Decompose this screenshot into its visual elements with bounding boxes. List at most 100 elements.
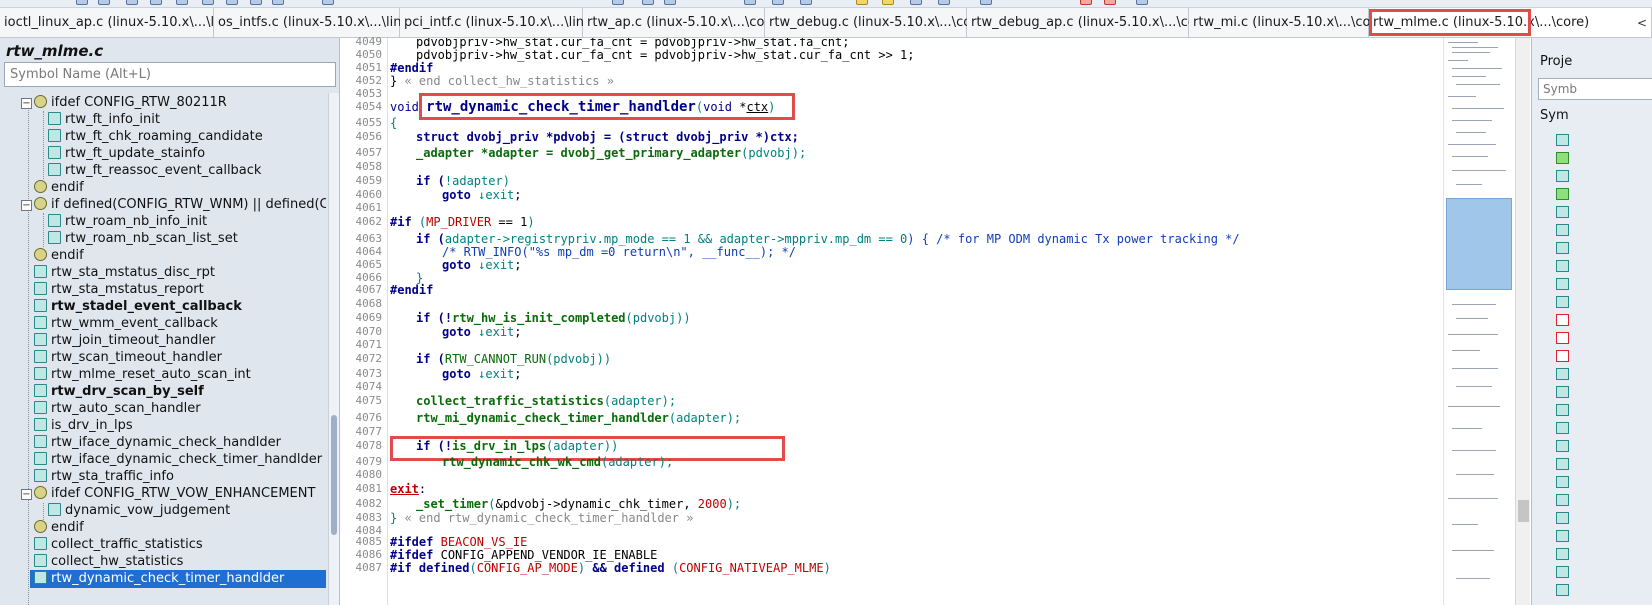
macro-icon[interactable] — [1556, 188, 1569, 200]
function-icon[interactable] — [1556, 206, 1569, 218]
function-icon[interactable] — [1556, 530, 1569, 542]
function-icon[interactable] — [1556, 386, 1569, 398]
folder-icon[interactable] — [856, 0, 868, 5]
tree-item[interactable]: rtw_iface_dynamic_check_timer_handlder — [34, 451, 322, 469]
collapse-icon[interactable]: − — [21, 489, 32, 500]
browse-icon[interactable] — [938, 0, 950, 5]
function-icon[interactable] — [1556, 134, 1569, 146]
function-call[interactable]: rtw_mi_dynamic_check_timer_handlder — [416, 411, 669, 425]
function-call[interactable]: collect_traffic_statistics — [416, 394, 604, 408]
function-call[interactable]: _set_timer — [416, 497, 488, 511]
tree-item[interactable]: ifdef CONFIG_RTW_80211R — [34, 94, 227, 112]
tree-item[interactable]: rtw_sta_traffic_info — [34, 468, 174, 486]
function-icon[interactable] — [1556, 476, 1569, 488]
print-icon[interactable] — [202, 0, 214, 5]
jump-icon[interactable] — [980, 0, 992, 5]
macro-call[interactable]: RTW_CANNOT_RUN — [445, 352, 546, 366]
bookmark-next-icon[interactable] — [642, 0, 654, 5]
function-icon[interactable] — [1556, 584, 1569, 596]
function-icon[interactable] — [1556, 404, 1569, 416]
tree-item[interactable]: rtw_drv_scan_by_self — [34, 383, 204, 401]
tab-pci-intf[interactable]: pci_intf.c (linux-5.10.x\...\linux) — [400, 8, 605, 37]
go-icon[interactable] — [1136, 0, 1148, 5]
cascade-icon[interactable] — [800, 0, 812, 5]
project-symbol-search[interactable]: Symb — [1538, 78, 1652, 100]
tree-item[interactable]: endif — [34, 179, 84, 197]
forward-arrow-icon[interactable] — [1104, 0, 1116, 5]
tree-item[interactable]: rtw_ft_update_stainfo — [48, 145, 205, 163]
tab-rtw-mi[interactable]: rtw_mi.c (linux-5.10.x\...\core) — [1189, 8, 1389, 37]
open-icon[interactable] — [126, 0, 138, 5]
function-icon[interactable] — [1556, 260, 1569, 272]
tile-icon[interactable] — [772, 0, 784, 5]
project-header[interactable]: Proje — [1540, 54, 1572, 69]
tree-item[interactable]: collect_hw_statistics — [34, 553, 183, 571]
function-call[interactable]: is_drv_in_lps — [452, 439, 546, 453]
function-call[interactable]: rtw_dynamic_chk_wk_cmd — [442, 455, 601, 469]
struct-icon[interactable] — [1556, 332, 1569, 344]
function-icon[interactable] — [1556, 548, 1569, 560]
function-call[interactable]: dvobj_get_primary_adapter — [561, 146, 742, 160]
bookmark-icon[interactable] — [612, 0, 624, 5]
tree-item[interactable]: rtw_ft_info_init — [48, 111, 160, 129]
tree-item[interactable]: rtw_ft_chk_roaming_candidate — [48, 128, 263, 146]
tree-item[interactable]: collect_traffic_statistics — [34, 536, 203, 554]
project-icon[interactable] — [882, 0, 894, 5]
code-minimap[interactable] — [1443, 38, 1515, 605]
tree-item[interactable]: rtw_mlme_reset_auto_scan_int — [34, 366, 251, 384]
tree-item[interactable]: dynamic_vow_judgement — [48, 502, 230, 520]
tab-ioctl-linux-ap[interactable]: ioctl_linux_ap.c (linux-5.10.x\...\linux… — [0, 8, 247, 37]
macro-icon[interactable] — [1556, 152, 1569, 164]
bookmark-prev-icon[interactable] — [664, 0, 676, 5]
tree-item[interactable]: rtw_wmm_event_callback — [34, 315, 218, 333]
variable-icon[interactable] — [1556, 368, 1569, 380]
function-icon[interactable] — [1556, 224, 1569, 236]
undo-icon[interactable] — [76, 0, 88, 5]
window-icon[interactable] — [744, 0, 756, 5]
tab-os-intfs[interactable]: os_intfs.c (linux-5.10.x\...\linux) — [214, 8, 423, 37]
tree-item[interactable]: rtw_sta_mstatus_report — [34, 281, 204, 299]
tree-item[interactable]: if defined(CONFIG_RTW_WNM) || defined(CO… — [34, 196, 326, 214]
label-ref[interactable]: ↓exit — [478, 325, 514, 339]
label-ref[interactable]: ↓exit — [478, 188, 514, 202]
function-icon[interactable] — [1556, 422, 1569, 434]
symbol-scrollbar[interactable] — [328, 93, 339, 605]
function-icon[interactable] — [1556, 242, 1569, 254]
struct-icon[interactable] — [1556, 350, 1569, 362]
tree-item[interactable]: rtw_join_timeout_handler — [34, 332, 215, 350]
function-icon[interactable] — [1556, 278, 1569, 290]
tree-item[interactable]: rtw_scan_timeout_handler — [34, 349, 222, 367]
collapse-icon[interactable]: − — [21, 200, 32, 211]
tab-rtw-debug[interactable]: rtw_debug.c (linux-5.10.x\...\core) — [765, 8, 989, 37]
tree-item[interactable]: rtw_roam_nb_scan_list_set — [48, 230, 238, 248]
function-icon[interactable] — [1556, 494, 1569, 506]
function-icon[interactable] — [1556, 440, 1569, 452]
function-icon[interactable] — [1556, 296, 1569, 308]
tab-scroll-icon[interactable]: < — [1637, 8, 1647, 37]
tree-item[interactable]: ifdef CONFIG_RTW_VOW_ENHANCEMENT — [34, 485, 315, 503]
scrollbar-thumb[interactable] — [331, 415, 337, 535]
paste-icon[interactable] — [272, 0, 284, 5]
tree-item[interactable]: rtw_auto_scan_handler — [34, 400, 201, 418]
symbol-header[interactable]: Sym — [1540, 108, 1569, 123]
relation-icon[interactable] — [910, 0, 922, 5]
label-ref[interactable]: ↓exit — [478, 258, 514, 272]
function-call[interactable]: rtw_hw_is_init_completed — [452, 311, 625, 325]
tab-rtw-debug-ap[interactable]: rtw_debug_ap.c (linux-5.10.x\...\core) — [967, 8, 1214, 37]
tree-item[interactable]: endif — [34, 519, 84, 537]
scrollbar-thumb[interactable] — [1518, 500, 1529, 522]
tree-item[interactable]: rtw_roam_nb_info_init — [48, 213, 207, 231]
enum-icon[interactable] — [1556, 314, 1569, 326]
redo-icon[interactable] — [98, 0, 110, 5]
back-arrow-icon[interactable] — [1080, 0, 1092, 5]
tree-item[interactable]: rtw_sta_mstatus_disc_rpt — [34, 264, 215, 282]
minimap-viewport[interactable] — [1446, 198, 1512, 290]
tree-item[interactable]: endif — [34, 247, 84, 265]
search-icon[interactable] — [322, 0, 334, 5]
function-icon[interactable] — [1556, 566, 1569, 578]
tree-item[interactable]: is_drv_in_lps — [34, 417, 133, 435]
copy-icon[interactable] — [250, 0, 262, 5]
tab-rtw-ap[interactable]: rtw_ap.c (linux-5.10.x\...\core) — [583, 8, 783, 37]
editor-scrollbar[interactable] — [1515, 38, 1530, 605]
collapse-icon[interactable]: − — [21, 98, 32, 109]
